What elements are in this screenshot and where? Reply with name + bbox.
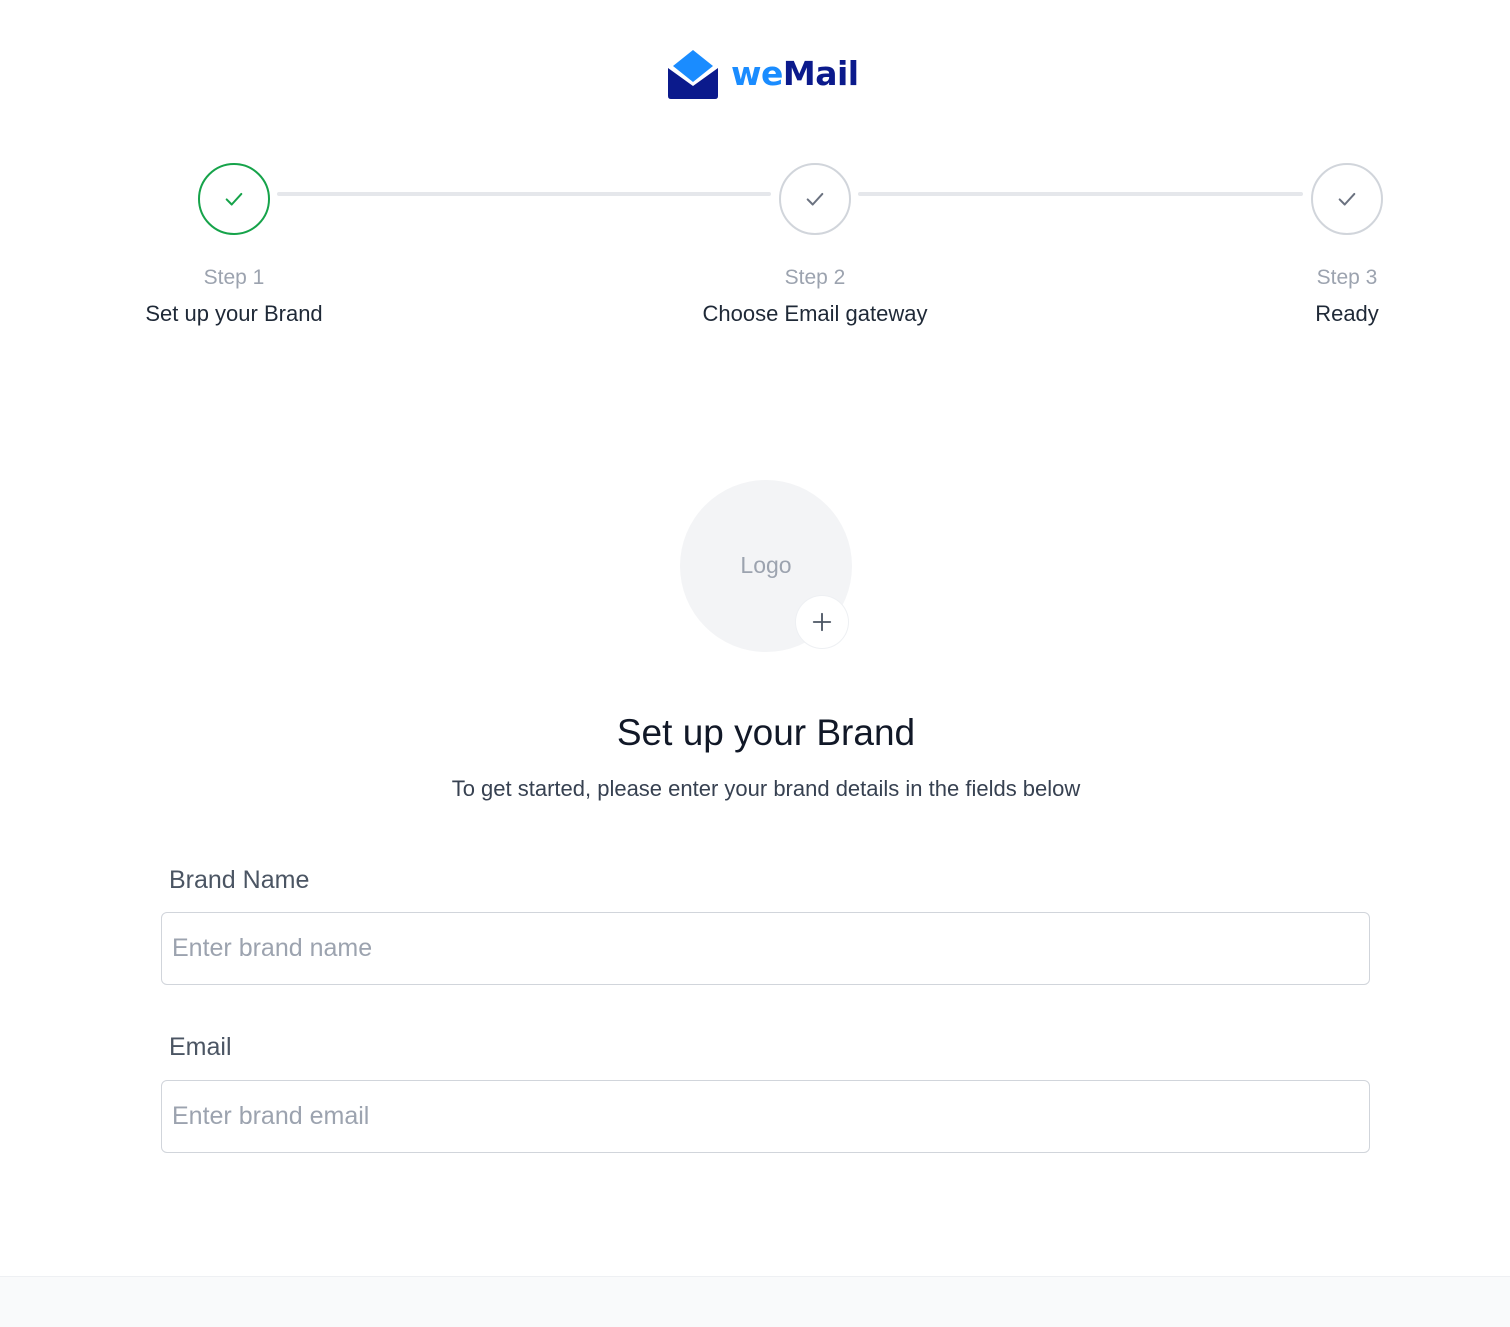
brand-name-label: Brand Name: [169, 866, 310, 894]
brand-name-we: we: [731, 54, 783, 93]
step-1-indicator[interactable]: [198, 163, 270, 235]
stepper-connector-1: [277, 192, 771, 196]
step-3-label: Ready: [1315, 301, 1379, 326]
check-icon: [225, 192, 243, 206]
step-2-indicator[interactable]: [779, 163, 851, 235]
check-icon: [806, 192, 824, 206]
email-label: Email: [169, 1033, 232, 1061]
wemail-logo: weMail: [667, 48, 859, 100]
step-2-label: Choose Email gateway: [702, 301, 928, 326]
logo-placeholder-text: Logo: [740, 552, 792, 578]
envelope-logo-icon: [668, 50, 718, 99]
check-icon: [1338, 192, 1356, 206]
brand-wordmark: weMail: [731, 48, 859, 100]
brand-name-mail: Mail: [782, 54, 859, 93]
step-2-title: Step 2: [784, 266, 846, 289]
page-title: Set up your Brand: [616, 712, 916, 753]
add-logo-button[interactable]: [796, 596, 848, 648]
step-3-title: Step 3: [1316, 266, 1378, 289]
footer-bar: [0, 1276, 1510, 1327]
step-3-indicator[interactable]: [1311, 163, 1383, 235]
brand-email-input[interactable]: [161, 1080, 1370, 1153]
plus-icon: [812, 612, 832, 632]
brand-name-input[interactable]: [161, 912, 1370, 985]
step-1-label: Set up your Brand: [145, 301, 323, 326]
step-1-title: Step 1: [203, 266, 265, 289]
page-subtitle: To get started, please enter your brand …: [451, 776, 1081, 801]
stepper-connector-2: [858, 192, 1303, 196]
